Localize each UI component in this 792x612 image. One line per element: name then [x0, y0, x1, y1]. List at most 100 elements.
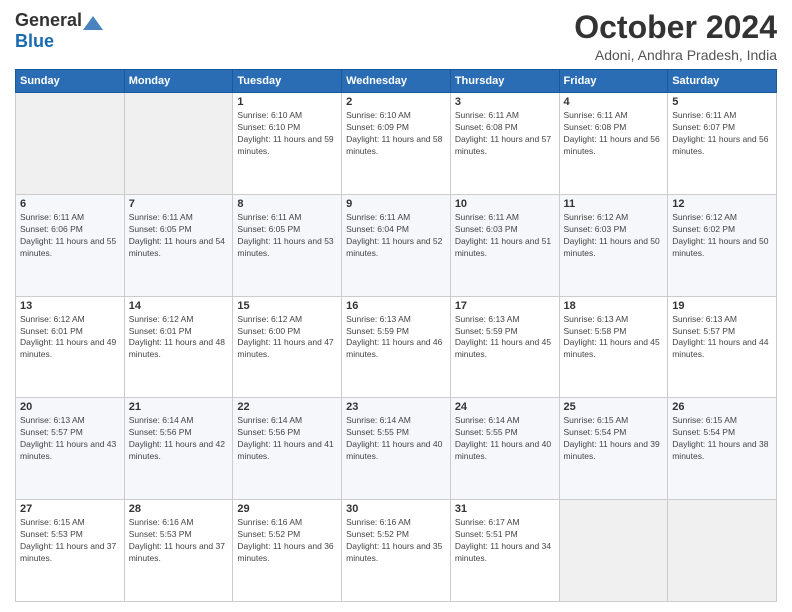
table-row: 25 Sunrise: 6:15 AMSunset: 5:54 PMDayligh… — [559, 398, 668, 500]
table-row: 30 Sunrise: 6:16 AMSunset: 5:52 PMDayligh… — [342, 500, 451, 602]
week-row-3: 20Sunrise: 6:13 AMSunset: 5:57 PMDayligh… — [16, 398, 777, 500]
day-number: 25 — [564, 401, 664, 413]
day-number: 23 — [346, 401, 446, 413]
table-row: 29Sunrise: 6:16 AMSunset: 5:52 PMDayligh… — [233, 500, 342, 602]
col-saturday: Saturday — [668, 70, 777, 93]
location: Adoni, Andhra Pradesh, India — [574, 47, 777, 63]
day-number: 20 — [20, 401, 120, 413]
day-info: Sunrise: 6:10 AMSunset: 6:09 PMDaylight:… — [346, 110, 446, 158]
day-info: Sunrise: 6:11 AMSunset: 6:05 PMDaylight:… — [237, 212, 337, 260]
table-row: 14 Sunrise: 6:12 AMSunset: 6:01 PMDayligh… — [124, 296, 233, 398]
day-info: Sunrise: 6:13 AMSunset: 5:59 PMDaylight:… — [346, 314, 446, 362]
day-number: 1 — [237, 96, 337, 108]
table-row: 7Sunrise: 6:11 AMSunset: 6:05 PMDaylight… — [124, 194, 233, 296]
week-row-4: 27 Sunrise: 6:15 AMSunset: 5:53 PMDayligh… — [16, 500, 777, 602]
month-title: October 2024 — [574, 10, 777, 45]
table-row: 5 Sunrise: 6:11 AMSunset: 6:07 PMDaylight… — [668, 93, 777, 195]
col-thursday: Thursday — [450, 70, 559, 93]
week-row-1: 6 Sunrise: 6:11 AMSunset: 6:06 PMDaylight… — [16, 194, 777, 296]
logo-blue: Blue — [15, 31, 54, 51]
day-number: 16 — [346, 300, 446, 312]
table-row: 2 Sunrise: 6:10 AMSunset: 6:09 PMDaylight… — [342, 93, 451, 195]
day-info: Sunrise: 6:14 AMSunset: 5:55 PMDaylight:… — [455, 415, 555, 463]
table-row: 1Sunrise: 6:10 AMSunset: 6:10 PMDaylight… — [233, 93, 342, 195]
day-number: 2 — [346, 96, 446, 108]
table-row: 3 Sunrise: 6:11 AMSunset: 6:08 PMDaylight… — [450, 93, 559, 195]
day-info: Sunrise: 6:13 AMSunset: 5:59 PMDaylight:… — [455, 314, 555, 362]
table-row — [16, 93, 125, 195]
day-info: Sunrise: 6:12 AMSunset: 6:01 PMDaylight:… — [129, 314, 229, 362]
day-number: 24 — [455, 401, 555, 413]
day-number: 5 — [672, 96, 772, 108]
logo-text: General — [15, 10, 103, 31]
table-row: 6 Sunrise: 6:11 AMSunset: 6:06 PMDaylight… — [16, 194, 125, 296]
week-row-0: 1Sunrise: 6:10 AMSunset: 6:10 PMDaylight… — [16, 93, 777, 195]
table-row — [124, 93, 233, 195]
logo-general: General — [15, 10, 82, 31]
day-number: 22 — [237, 401, 337, 413]
day-info: Sunrise: 6:15 AMSunset: 5:54 PMDaylight:… — [672, 415, 772, 463]
title-area: October 2024 Adoni, Andhra Pradesh, Indi… — [574, 10, 777, 63]
day-number: 14 — [129, 300, 229, 312]
day-number: 12 — [672, 198, 772, 210]
day-number: 26 — [672, 401, 772, 413]
table-row: 24 Sunrise: 6:14 AMSunset: 5:55 PMDayligh… — [450, 398, 559, 500]
day-info: Sunrise: 6:11 AMSunset: 6:06 PMDaylight:… — [20, 212, 120, 260]
day-info: Sunrise: 6:12 AMSunset: 6:00 PMDaylight:… — [237, 314, 337, 362]
day-number: 10 — [455, 198, 555, 210]
table-row: 27 Sunrise: 6:15 AMSunset: 5:53 PMDayligh… — [16, 500, 125, 602]
calendar-header-row: Sunday Monday Tuesday Wednesday Thursday… — [16, 70, 777, 93]
table-row: 19 Sunrise: 6:13 AMSunset: 5:57 PMDayligh… — [668, 296, 777, 398]
header: General Blue October 2024 Adoni, Andhra … — [15, 10, 777, 63]
table-row: 13Sunrise: 6:12 AMSunset: 6:01 PMDayligh… — [16, 296, 125, 398]
day-number: 31 — [455, 503, 555, 515]
table-row: 4Sunrise: 6:11 AMSunset: 6:08 PMDaylight… — [559, 93, 668, 195]
day-number: 3 — [455, 96, 555, 108]
day-number: 19 — [672, 300, 772, 312]
day-info: Sunrise: 6:16 AMSunset: 5:52 PMDaylight:… — [346, 517, 446, 565]
day-number: 9 — [346, 198, 446, 210]
day-info: Sunrise: 6:13 AMSunset: 5:57 PMDaylight:… — [672, 314, 772, 362]
table-row: 11Sunrise: 6:12 AMSunset: 6:03 PMDayligh… — [559, 194, 668, 296]
col-tuesday: Tuesday — [233, 70, 342, 93]
table-row: 20Sunrise: 6:13 AMSunset: 5:57 PMDayligh… — [16, 398, 125, 500]
day-number: 6 — [20, 198, 120, 210]
col-friday: Friday — [559, 70, 668, 93]
day-number: 7 — [129, 198, 229, 210]
logo: General Blue — [15, 10, 103, 52]
logo-icon — [83, 14, 103, 28]
day-info: Sunrise: 6:11 AMSunset: 6:07 PMDaylight:… — [672, 110, 772, 158]
day-number: 21 — [129, 401, 229, 413]
table-row: 9 Sunrise: 6:11 AMSunset: 6:04 PMDaylight… — [342, 194, 451, 296]
table-row: 15Sunrise: 6:12 AMSunset: 6:00 PMDayligh… — [233, 296, 342, 398]
table-row: 23Sunrise: 6:14 AMSunset: 5:55 PMDayligh… — [342, 398, 451, 500]
day-info: Sunrise: 6:14 AMSunset: 5:56 PMDaylight:… — [129, 415, 229, 463]
table-row: 26 Sunrise: 6:15 AMSunset: 5:54 PMDayligh… — [668, 398, 777, 500]
day-info: Sunrise: 6:13 AMSunset: 5:58 PMDaylight:… — [564, 314, 664, 362]
day-info: Sunrise: 6:16 AMSunset: 5:53 PMDaylight:… — [129, 517, 229, 565]
day-info: Sunrise: 6:17 AMSunset: 5:51 PMDaylight:… — [455, 517, 555, 565]
day-info: Sunrise: 6:11 AMSunset: 6:04 PMDaylight:… — [346, 212, 446, 260]
calendar-table: Sunday Monday Tuesday Wednesday Thursday… — [15, 69, 777, 602]
day-info: Sunrise: 6:11 AMSunset: 6:03 PMDaylight:… — [455, 212, 555, 260]
day-number: 27 — [20, 503, 120, 515]
table-row — [559, 500, 668, 602]
table-row: 12 Sunrise: 6:12 AMSunset: 6:02 PMDayligh… — [668, 194, 777, 296]
day-number: 28 — [129, 503, 229, 515]
col-sunday: Sunday — [16, 70, 125, 93]
table-row: 10 Sunrise: 6:11 AMSunset: 6:03 PMDayligh… — [450, 194, 559, 296]
week-row-2: 13Sunrise: 6:12 AMSunset: 6:01 PMDayligh… — [16, 296, 777, 398]
day-info: Sunrise: 6:12 AMSunset: 6:02 PMDaylight:… — [672, 212, 772, 260]
col-wednesday: Wednesday — [342, 70, 451, 93]
day-info: Sunrise: 6:15 AMSunset: 5:53 PMDaylight:… — [20, 517, 120, 565]
day-info: Sunrise: 6:15 AMSunset: 5:54 PMDaylight:… — [564, 415, 664, 463]
table-row: 18Sunrise: 6:13 AMSunset: 5:58 PMDayligh… — [559, 296, 668, 398]
day-number: 17 — [455, 300, 555, 312]
day-number: 30 — [346, 503, 446, 515]
day-number: 11 — [564, 198, 664, 210]
calendar-page: General Blue October 2024 Adoni, Andhra … — [0, 0, 792, 612]
table-row: 17 Sunrise: 6:13 AMSunset: 5:59 PMDayligh… — [450, 296, 559, 398]
day-info: Sunrise: 6:11 AMSunset: 6:08 PMDaylight:… — [455, 110, 555, 158]
table-row: 31 Sunrise: 6:17 AMSunset: 5:51 PMDayligh… — [450, 500, 559, 602]
day-info: Sunrise: 6:11 AMSunset: 6:08 PMDaylight:… — [564, 110, 664, 158]
